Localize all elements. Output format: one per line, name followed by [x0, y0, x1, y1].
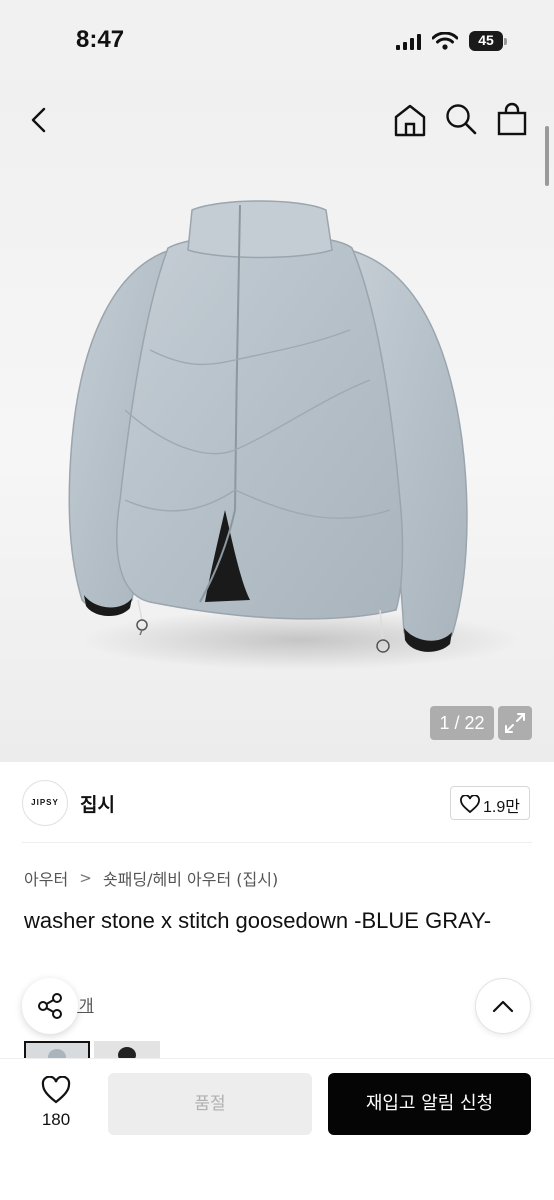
breadcrumb-item-outer[interactable]: 아우터	[24, 870, 68, 889]
share-button[interactable]	[22, 978, 78, 1034]
shopping-bag-icon[interactable]	[494, 101, 530, 137]
brand-logo[interactable]: JIPSY	[22, 780, 68, 826]
scroll-top-button[interactable]	[475, 978, 531, 1034]
restock-alert-button[interactable]: 재입고 알림 신청	[328, 1073, 531, 1135]
soldout-button: 품절	[108, 1073, 312, 1135]
breadcrumb-separator: >	[79, 869, 92, 887]
wifi-icon	[432, 32, 458, 50]
breadcrumb: 아우터 > 숏패딩/헤비 아우터 (집시)	[24, 866, 278, 890]
status-time: 8:47	[76, 26, 125, 53]
battery-icon: 45	[469, 31, 507, 51]
share-icon	[38, 993, 62, 1019]
product-title: washer stone x stitch goosedown -BLUE GR…	[24, 908, 492, 933]
battery-level: 45	[478, 32, 494, 48]
chevron-left-icon[interactable]	[24, 104, 56, 136]
status-bar: 8:47 45	[0, 0, 554, 80]
divider	[22, 842, 532, 843]
jacket-illustration	[68, 200, 520, 670]
chevron-up-icon	[492, 1000, 514, 1013]
product-image[interactable]	[0, 80, 554, 762]
expand-button[interactable]	[498, 706, 532, 740]
brand-like-button[interactable]: 1.9만	[450, 786, 530, 820]
home-icon[interactable]	[392, 102, 428, 138]
image-counter: 1 / 22	[430, 706, 494, 740]
search-icon[interactable]	[444, 102, 478, 136]
expand-icon	[505, 713, 525, 733]
wishlist-count: 180	[41, 1110, 71, 1129]
signal-icon	[396, 34, 421, 50]
heart-icon	[460, 795, 480, 813]
scroll-indicator[interactable]	[545, 126, 549, 186]
wishlist-button[interactable]: 180	[26, 1072, 86, 1136]
like-count: 1.9만	[483, 799, 520, 816]
breadcrumb-item-padding[interactable]: 숏패딩/헤비 아우터 (집시)	[103, 870, 278, 889]
brand-name[interactable]: 집시	[80, 790, 115, 817]
heart-icon	[41, 1076, 71, 1104]
